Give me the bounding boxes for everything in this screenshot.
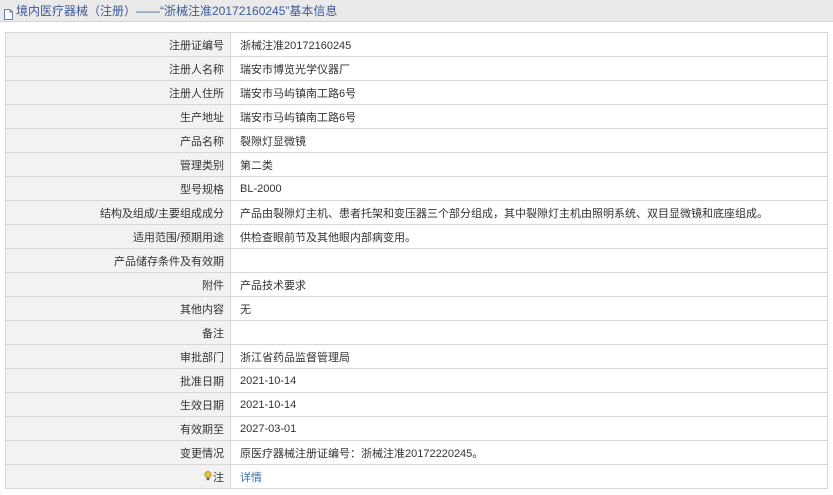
detail-link[interactable]: 详情 (240, 472, 262, 484)
page-title: 境内医疗器械（注册）——“浙械注准20172160245”基本信息 (16, 3, 338, 18)
info-table: 注册证编号 浙械注准20172160245 注册人名称 瑞安市博览光学仪器厂 注册人住所… (5, 32, 828, 489)
field-label: 结构及组成/主要组成成分 (5, 200, 231, 225)
field-label: 注册人名称 (5, 56, 231, 81)
table-row: 有效期至 2027-03-01 (5, 416, 828, 441)
note-row: 注 详情 (5, 464, 828, 489)
table-row: 批准日期 2021-10-14 (5, 368, 828, 393)
field-value: 原医疗器械注册证编号：浙械注准20172220245。 (230, 440, 828, 465)
field-label: 型号规格 (5, 176, 231, 201)
field-value: 瑞安市博览光学仪器厂 (230, 56, 828, 81)
field-label: 适用范围/预期用途 (5, 224, 231, 249)
field-value: 瑞安市马屿镇南工路6号 (230, 104, 828, 129)
table-row: 审批部门 浙江省药品监督管理局 (5, 344, 828, 369)
table-row: 结构及组成/主要组成成分 产品由裂隙灯主机、患者托架和变压器三个部分组成，其中裂隙… (5, 200, 828, 225)
field-label: 产品储存条件及有效期 (5, 248, 231, 273)
table-row: 附件 产品技术要求 (5, 272, 828, 297)
table-row: 变更情况 原医疗器械注册证编号：浙械注准20172220245。 (5, 440, 828, 465)
field-value: 裂隙灯显微镜 (230, 128, 828, 153)
field-label: 产品名称 (5, 128, 231, 153)
table-row: 生产地址 瑞安市马屿镇南工路6号 (5, 104, 828, 129)
field-value: 产品技术要求 (230, 272, 828, 297)
field-value: 产品由裂隙灯主机、患者托架和变压器三个部分组成，其中裂隙灯主机由照明系统、双目显… (230, 200, 828, 225)
table-row: 注册人住所 瑞安市马屿镇南工路6号 (5, 80, 828, 105)
table-row: 适用范围/预期用途 供检查眼前节及其他眼内部病变用。 (5, 224, 828, 249)
note-label: 注 (213, 471, 224, 484)
field-value: 浙械注准20172160245 (230, 32, 828, 57)
field-value: 无 (230, 296, 828, 321)
field-value: 2021-10-14 (230, 368, 828, 393)
field-label: 批准日期 (5, 368, 231, 393)
field-label: 生产地址 (5, 104, 231, 129)
note-label-cell: 注 (5, 464, 231, 489)
document-icon (4, 5, 13, 20)
field-label: 变更情况 (5, 440, 231, 465)
field-value: 2021-10-14 (230, 392, 828, 417)
table-row: 产品储存条件及有效期 (5, 248, 828, 273)
field-value: BL-2000 (230, 176, 828, 201)
field-label: 生效日期 (5, 392, 231, 417)
field-label: 审批部门 (5, 344, 231, 369)
field-label: 备注 (5, 320, 231, 345)
field-value: 瑞安市马屿镇南工路6号 (230, 80, 828, 105)
field-value: 第二类 (230, 152, 828, 177)
field-value (230, 248, 828, 273)
field-value: 2027-03-01 (230, 416, 828, 441)
note-value: 详情 (230, 464, 828, 489)
table-row: 型号规格 BL-2000 (5, 176, 828, 201)
table-row: 注册证编号 浙械注准20172160245 (5, 32, 828, 57)
table-row: 生效日期 2021-10-14 (5, 392, 828, 417)
table-row: 备注 (5, 320, 828, 345)
table-row: 管理类别 第二类 (5, 152, 828, 177)
field-label: 注册证编号 (5, 32, 231, 57)
field-label: 其他内容 (5, 296, 231, 321)
table-row: 其他内容无 (5, 296, 828, 321)
field-label: 有效期至 (5, 416, 231, 441)
page-header: 境内医疗器械（注册）——“浙械注准20172160245”基本信息 (0, 0, 833, 22)
field-label: 附件 (5, 272, 231, 297)
table-row: 注册人名称 瑞安市博览光学仪器厂 (5, 56, 828, 81)
table-row: 产品名称 裂隙灯显微镜 (5, 128, 828, 153)
field-value: 浙江省药品监督管理局 (230, 344, 828, 369)
field-label: 注册人住所 (5, 80, 231, 105)
bulb-icon (204, 470, 212, 484)
field-value (230, 320, 828, 345)
field-value: 供检查眼前节及其他眼内部病变用。 (230, 224, 828, 249)
field-label: 管理类别 (5, 152, 231, 177)
